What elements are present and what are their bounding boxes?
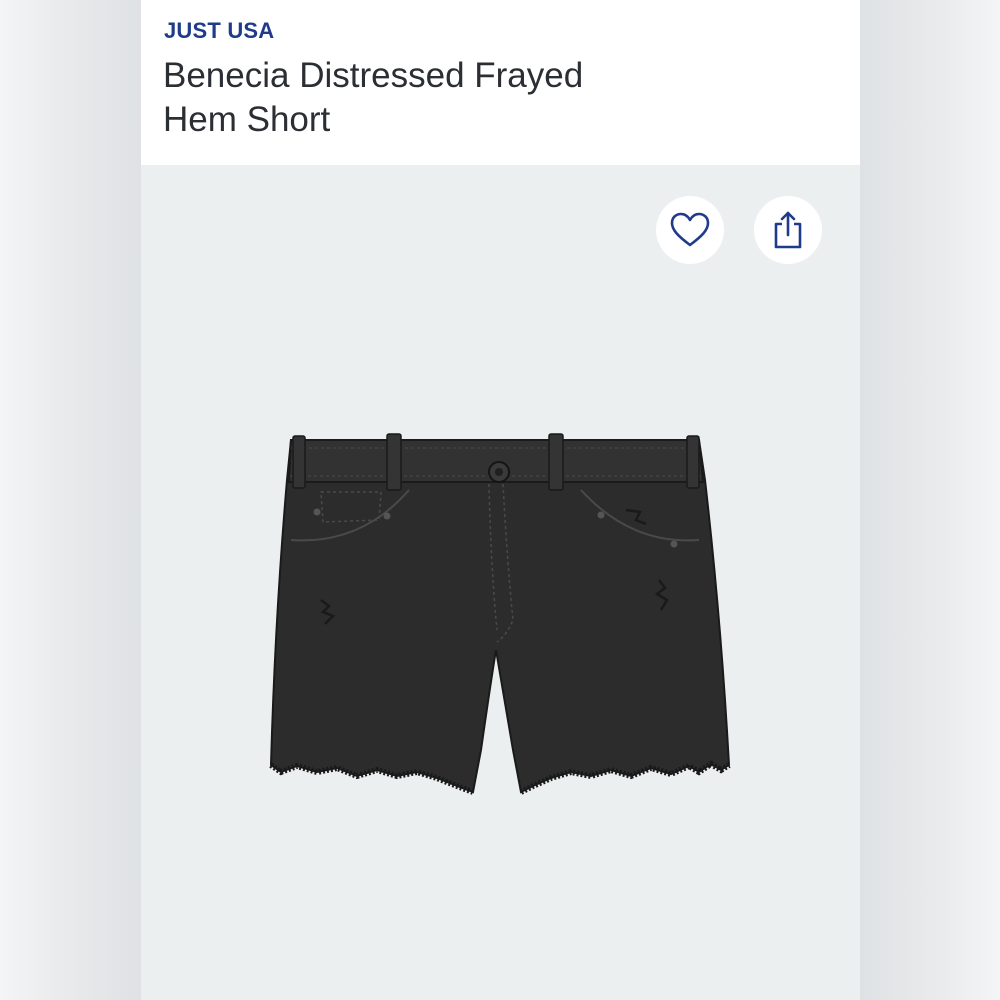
product-page: JUST USA Benecia Distressed Frayed Hem S…	[141, 0, 860, 1000]
product-title: Benecia Distressed Frayed Hem Short	[163, 54, 723, 142]
favorite-button[interactable]	[656, 196, 724, 264]
share-button[interactable]	[754, 196, 822, 264]
product-image	[269, 433, 731, 795]
brand-name[interactable]: JUST USA	[164, 18, 274, 44]
product-title-line-2: Hem Short	[163, 100, 331, 139]
product-title-line-1: Benecia Distressed Frayed	[163, 56, 584, 95]
product-header: JUST USA Benecia Distressed Frayed Hem S…	[141, 0, 860, 165]
heart-icon	[670, 212, 710, 247]
share-icon	[774, 211, 802, 249]
